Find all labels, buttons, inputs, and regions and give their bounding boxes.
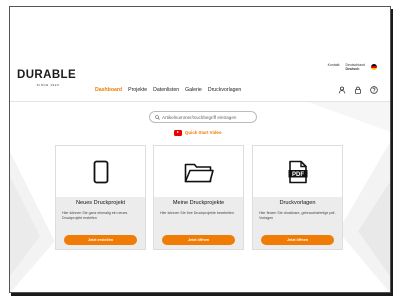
nav-projekte[interactable]: Projekte — [128, 87, 147, 93]
card-title: Meine Druckprojekte — [172, 200, 225, 206]
open-now-button[interactable]: Jetzt öffnen — [261, 235, 334, 245]
card-description: Hier können Sie ganz einmalig ein neues … — [62, 211, 128, 220]
lock-icon[interactable] — [354, 86, 362, 94]
card-title: Druckvorlagen — [279, 200, 316, 206]
header-icons — [338, 86, 378, 94]
main-nav: Dashboard Projekte Datenlisten Galerie D… — [95, 87, 241, 93]
folder-icon — [184, 163, 214, 182]
search-placeholder: Artikelnummer/Suchbegriff eintragen — [162, 114, 237, 120]
open-now-button[interactable]: Jetzt öffnen — [162, 235, 235, 245]
top-links: Kontakt Deutschland Deutsch — [328, 63, 377, 71]
germany-flag-icon[interactable] — [371, 64, 377, 70]
nav-dashboard[interactable]: Dashboard — [95, 87, 122, 93]
card-description: Hier können Sie Ihre Druckprojekte bearb… — [160, 211, 234, 215]
create-now-button[interactable]: Jetzt erstellen — [64, 235, 137, 245]
youtube-play-icon — [174, 130, 182, 136]
quick-start-video-link[interactable]: Quick Start Video — [174, 130, 222, 136]
card-print-templates: PDF Druckvorlagen Hier finden Sie druckb… — [252, 145, 343, 250]
nav-datenlisten[interactable]: Datenlisten — [153, 87, 179, 93]
pdf-file-icon: PDF — [288, 160, 307, 183]
svg-text:PDF: PDF — [292, 172, 304, 178]
card-new-print-project: Neues Druckprojekt Hier können Sie ganz … — [55, 145, 146, 250]
quick-start-label: Quick Start Video — [185, 130, 222, 136]
nav-galerie[interactable]: Galerie — [185, 87, 202, 93]
nav-druckvorlagen[interactable]: Druckvorlagen — [208, 87, 241, 93]
card-title: Neues Druckprojekt — [75, 200, 126, 206]
logo-wordmark: DURABLE — [17, 69, 77, 81]
app-window: DURABLE SINCE 1920 Kontakt Deutschland D… — [9, 6, 391, 293]
contact-link[interactable]: Kontakt — [328, 63, 340, 67]
card-description: Hier finden Sie druckbare, gebrauchsfert… — [259, 211, 336, 220]
language-selector[interactable]: Deutschland Deutsch — [346, 63, 365, 71]
logo-tagline: SINCE 1920 — [36, 83, 60, 87]
search-icon — [155, 114, 160, 120]
help-icon[interactable] — [370, 86, 378, 94]
user-icon[interactable] — [338, 86, 346, 94]
card-my-print-projects: Meine Druckprojekte Hier können Sie Ihre… — [153, 145, 244, 250]
language-label: Deutsch — [345, 67, 360, 71]
blank-page-icon — [93, 160, 108, 183]
search-input[interactable]: Artikelnummer/Suchbegriff eintragen — [149, 111, 257, 123]
durable-logo[interactable]: DURABLE SINCE 1920 — [17, 69, 79, 87]
